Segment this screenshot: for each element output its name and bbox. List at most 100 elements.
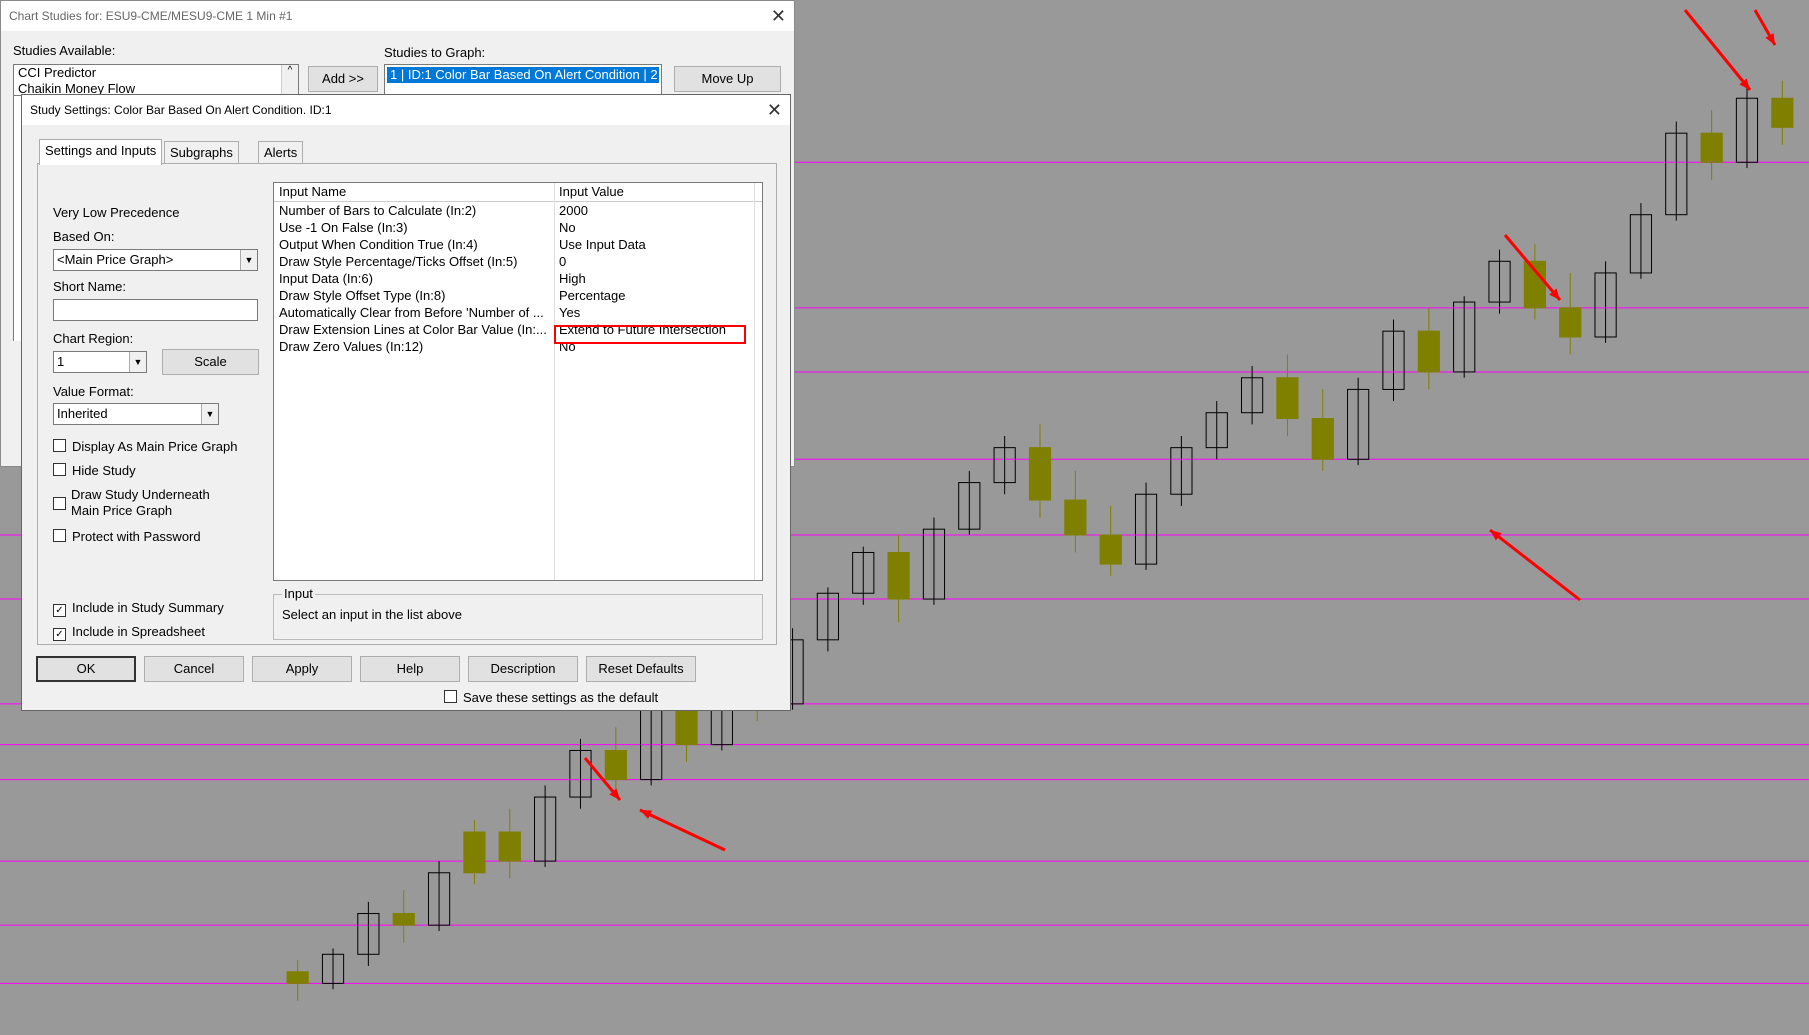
based-on-label: Based On: [53,229,115,244]
candle-body [463,831,486,874]
chart-region-select[interactable]: 1 ▼ [53,351,147,373]
input-help-text: Select an input in the list above [282,607,462,622]
chart-region-label: Chart Region: [53,331,134,346]
input-value-cell[interactable]: Extend to Future Intersection [559,321,749,338]
input-value-cell[interactable]: 2000 [559,202,749,219]
input-name-cell: Automatically Clear from Before 'Number … [279,305,544,320]
display-as-main-checkbox[interactable]: Display As Main Price Graph [53,439,237,454]
candle-body [1064,499,1087,536]
chevron-down-icon[interactable]: ▼ [240,250,257,270]
studies-available-list[interactable]: CCI Predictor Chaikin Money Flow ^ [13,64,299,96]
input-name-cell: Draw Zero Values (In:12) [279,339,424,354]
input-value-cell[interactable]: Use Input Data [559,236,749,253]
scroll-up-icon[interactable]: ^ [281,65,298,95]
tab-alerts[interactable]: Alerts [258,141,304,164]
checkbox-label: Display As Main Price Graph [72,439,238,454]
close-icon[interactable]: ✕ [767,95,782,125]
input-group: Input Select an input in the list above [273,586,763,640]
candle [1629,203,1653,279]
close-icon[interactable]: ✕ [771,1,786,31]
candle [1064,470,1087,553]
include-summary-checkbox[interactable]: ✓ Include in Study Summary [53,600,224,617]
studies-to-graph-list[interactable]: 1 | ID:1 Color Bar Based On Alert Condit… [384,64,662,96]
candle-body [887,551,910,600]
description-button[interactable]: Description [468,656,578,682]
candle-body [1028,447,1052,501]
input-value-header[interactable]: Input Value [559,183,624,201]
candle [1665,121,1688,221]
selected-study-item[interactable]: 1 | ID:1 Color Bar Based On Alert Condit… [387,67,659,83]
candle [1700,109,1723,180]
input-value-cell[interactable]: 0 [559,253,749,270]
candle [534,785,557,867]
input-value-cell[interactable]: High [559,270,749,287]
scale-button[interactable]: Scale [162,349,259,375]
input-value-cell[interactable]: Percentage [559,287,749,304]
candle [1099,505,1122,576]
input-value-cell[interactable]: No [559,219,749,236]
candle-body [1700,132,1723,163]
checkbox-icon[interactable] [53,463,66,476]
checkbox-icon[interactable] [53,529,66,542]
candle [1559,272,1582,355]
table-row[interactable]: Input Data (In:6) High [274,270,762,287]
input-name-header[interactable]: Input Name [279,183,346,201]
candle [286,960,309,1001]
checkbox-icon[interactable] [53,439,66,452]
chevron-down-icon[interactable]: ▼ [129,352,146,372]
table-row[interactable]: Draw Extension Lines at Color Bar Value … [274,321,762,338]
checkbox-label: Include in Spreadsheet [72,624,205,639]
move-up-button[interactable]: Move Up [674,66,781,92]
include-spreadsheet-checkbox[interactable]: ✓ Include in Spreadsheet [53,624,205,641]
studies-to-graph-label: Studies to Graph: [384,45,486,60]
checkbox-label: Hide Study [72,463,136,478]
cancel-button[interactable]: Cancel [144,656,244,682]
help-button[interactable]: Help [360,656,460,682]
table-row[interactable]: Draw Style Offset Type (In:8) Percentage [274,287,762,304]
short-name-input[interactable] [53,299,258,321]
table-row[interactable]: Use -1 On False (In:3) No [274,219,762,236]
input-value-cell[interactable]: No [559,338,749,355]
candle [569,738,592,809]
candle-body [392,913,415,926]
candle [993,436,1016,495]
hide-study-checkbox[interactable]: Hide Study [53,463,136,478]
candle [1735,86,1759,169]
apply-button[interactable]: Apply [252,656,352,682]
check-icon[interactable]: ✓ [53,628,66,641]
input-value-cell[interactable]: Yes [559,304,749,321]
save-default-checkbox[interactable]: Save these settings as the default [444,690,658,705]
tab-subgraphs[interactable]: Subgraphs [164,141,239,164]
protect-password-checkbox[interactable]: Protect with Password [53,529,201,544]
candle [1523,243,1546,320]
checkbox-label-line2: Main Price Graph [71,503,173,518]
input-name-cell: Input Data (In:6) [279,271,373,286]
reset-defaults-button[interactable]: Reset Defaults [586,656,696,682]
input-name-cell: Draw Style Percentage/Ticks Offset (In:5… [279,254,518,269]
table-row[interactable]: Draw Style Percentage/Ticks Offset (In:5… [274,253,762,270]
table-row[interactable]: Number of Bars to Calculate (In:2) 2000 [274,202,762,219]
table-row[interactable]: Draw Zero Values (In:12) No [274,338,762,355]
list-item[interactable]: CCI Predictor [14,65,298,81]
chart-studies-title: Chart Studies for: ESU9-CME/MESU9-CME 1 … [9,9,293,23]
check-icon[interactable]: ✓ [53,604,66,617]
candle [816,587,840,652]
candle-body [1417,330,1440,373]
input-name-cell: Draw Style Offset Type (In:8) [279,288,446,303]
candle [498,808,521,879]
checkbox-icon[interactable] [53,497,66,510]
table-row[interactable]: Automatically Clear from Before 'Number … [274,304,762,321]
ok-button[interactable]: OK [36,656,136,682]
tab-settings-and-inputs[interactable]: Settings and Inputs [39,139,163,165]
checkbox-icon[interactable] [444,690,457,703]
precedence-label: Very Low Precedence [53,205,180,220]
candle-body [604,749,627,781]
based-on-select[interactable]: <Main Price Graph> ▼ [53,249,258,271]
chart-studies-titlebar: Chart Studies for: ESU9-CME/MESU9-CME 1 … [1,1,794,31]
candle [1311,389,1334,471]
add-button[interactable]: Add >> [308,66,378,92]
chevron-down-icon[interactable]: ▼ [201,404,218,424]
value-format-select[interactable]: Inherited ▼ [53,403,219,425]
inputs-grid[interactable]: Input Name Input Value Number of Bars to… [273,182,763,581]
table-row[interactable]: Output When Condition True (In:4) Use Inp… [274,236,762,253]
